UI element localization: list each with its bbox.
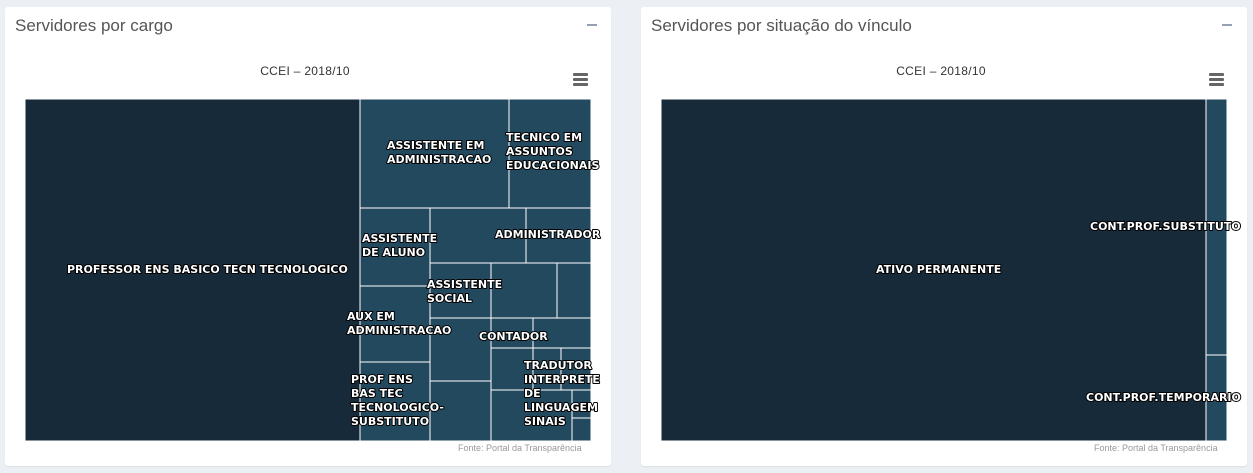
treemap-cell-label: ASSUNTOS bbox=[506, 145, 573, 158]
treemap-cell-label: TECNOLOGICO- bbox=[351, 401, 444, 414]
treemap-cell-label: AUX EM bbox=[347, 310, 395, 323]
treemap-cell-label: SINAIS bbox=[524, 415, 566, 428]
treemap-cell-label: ASSISTENTE EM bbox=[387, 139, 484, 152]
treemap-cell-label: EDUCACIONAIS bbox=[506, 159, 599, 172]
minus-icon[interactable] bbox=[584, 13, 602, 31]
chart-credit[interactable]: Fonte: Portal da Transparência bbox=[458, 443, 582, 453]
treemap-cell-label: PROF ENS bbox=[351, 373, 413, 386]
treemap-cell-label: DE ALUNO bbox=[362, 246, 425, 259]
treemap-cell-label: CONTADOR bbox=[479, 330, 548, 343]
treemap-cell-label: DE bbox=[524, 387, 541, 400]
panel-servidores-por-situacao: Servidores por situação do vínculo CCEI … bbox=[641, 7, 1247, 466]
hamburger-menu-icon[interactable] bbox=[1206, 71, 1228, 91]
treemap-cell-label: SOCIAL bbox=[427, 292, 472, 305]
panel-servidores-por-cargo: Servidores por cargo CCEI – 2018/10 PROF… bbox=[5, 7, 611, 466]
treemap-cell-label: ASSISTENTE bbox=[427, 278, 502, 291]
treemap-cell[interactable] bbox=[556, 262, 592, 319]
chart-subtitle: CCEI – 2018/10 bbox=[260, 64, 350, 78]
treemap-cell-label: ADMINISTRACAO bbox=[347, 324, 451, 337]
treemap-cell-label: SUBSTITUTO bbox=[351, 415, 429, 428]
panel-title: Servidores por situação do vínculo bbox=[651, 16, 912, 35]
treemap-cell[interactable] bbox=[571, 417, 592, 442]
treemap-cell-label: ATIVO PERMANENTE bbox=[876, 263, 1001, 276]
treemap-cargo: PROFESSOR ENS BASICO TECN TECNOLOGICO ASS… bbox=[24, 98, 602, 442]
chart-subtitle: CCEI – 2018/10 bbox=[896, 64, 986, 78]
treemap-cell-label: BAS TEC bbox=[351, 387, 403, 400]
hamburger-menu-icon[interactable] bbox=[570, 71, 592, 91]
treemap-cell-label: ADMINISTRADOR bbox=[495, 228, 601, 241]
panel-title: Servidores por cargo bbox=[15, 16, 173, 35]
minus-icon[interactable] bbox=[1219, 13, 1237, 31]
treemap-cell-label: ADMINISTRACAO bbox=[387, 153, 491, 166]
treemap-cell-label: ASSISTENTE bbox=[362, 232, 437, 245]
treemap-cell-label: CONT.PROF.SUBSTITUTO bbox=[1090, 220, 1241, 233]
chart-credit[interactable]: Fonte: Portal da Transparência bbox=[1094, 443, 1218, 453]
treemap-cell-label: TRADUTOR bbox=[524, 359, 592, 372]
treemap-cell-label: TECNICO EM bbox=[506, 131, 582, 144]
treemap-vinculo: ATIVO PERMANENTE CONT.PROF.SUBSTITUTO CONT… bbox=[660, 98, 1242, 442]
treemap-cell-label: INTERPRETE bbox=[524, 373, 600, 386]
treemap-cell-label: LINGUAGEM bbox=[524, 401, 598, 414]
treemap-cell-label: PROFESSOR ENS BASICO TECN TECNOLOGICO bbox=[67, 263, 348, 276]
treemap-cell-label: CONT.PROF.TEMPORARIO bbox=[1086, 391, 1241, 404]
